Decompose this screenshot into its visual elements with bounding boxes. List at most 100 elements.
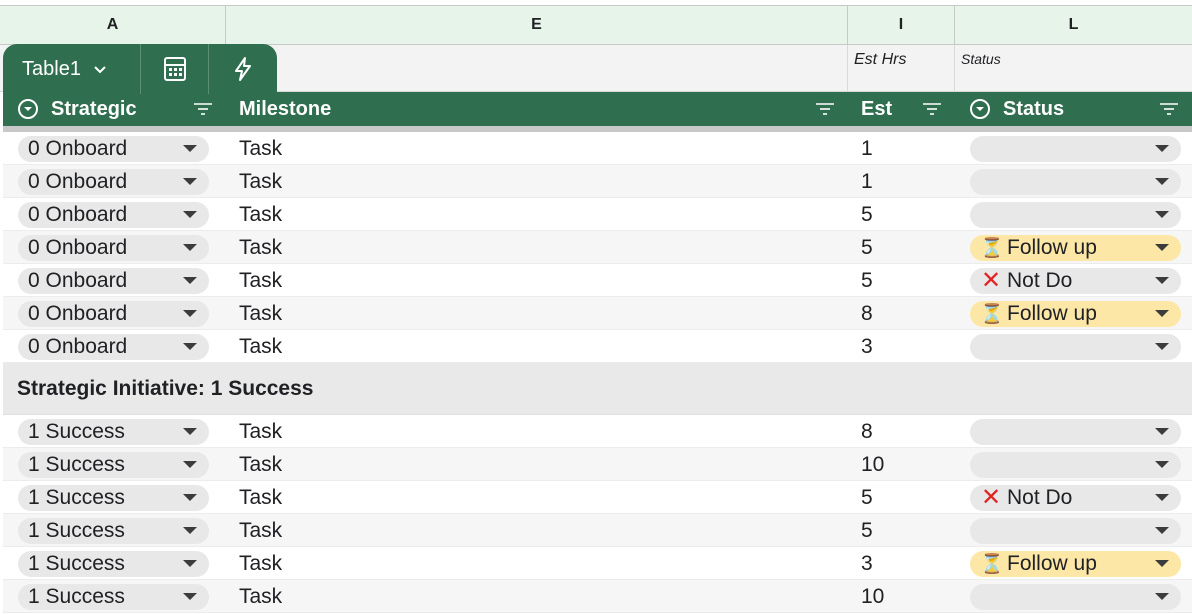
milestone-cell[interactable]: Task [226,514,848,547]
column-header-e[interactable]: E [226,6,848,44]
table-row[interactable]: 1 Success Task 5 ✕ Not Do [3,481,1192,514]
strategic-dropdown[interactable]: 1 Success [18,418,209,445]
est-cell[interactable]: 1 [848,132,955,165]
strategic-dropdown[interactable]: 0 Onboard [18,168,209,195]
status-dropdown[interactable] [970,201,1181,228]
est-cell[interactable]: 8 [848,297,955,330]
strategic-dropdown[interactable]: 0 Onboard [18,135,209,162]
table-row[interactable]: 1 Success Task 10 [3,448,1192,481]
strategic-dropdown[interactable]: 1 Success [18,451,209,478]
caret-down-icon [183,243,197,251]
strategic-value: 0 Onboard [28,235,128,259]
filter-icon[interactable] [1158,101,1180,117]
strategic-dropdown[interactable]: 0 Onboard [18,234,209,261]
strategic-dropdown[interactable]: 1 Success [18,484,209,511]
table-row[interactable]: 1 Success Task 10 [3,580,1192,613]
est-cell[interactable]: 3 [848,330,955,363]
strategic-dropdown[interactable]: 0 Onboard [18,333,209,360]
table-tab: Table1 [3,44,277,94]
column-milestone-header[interactable]: Milestone [226,92,848,126]
milestone-cell[interactable]: Task [226,165,848,198]
est-cell[interactable]: 5 [848,231,955,264]
table-calculator-button[interactable] [141,44,209,94]
status-value: Follow up [1007,551,1097,575]
status-dropdown[interactable]: ✕ Not Do [970,267,1181,294]
est-cell[interactable]: 1 [848,165,955,198]
cell-e1[interactable] [226,45,848,92]
filter-icon[interactable] [192,101,214,117]
status-dropdown[interactable] [970,583,1181,610]
strategic-dropdown[interactable]: 0 Onboard [18,201,209,228]
caret-down-icon [183,427,197,435]
milestone-cell[interactable]: Task [226,580,848,613]
status-dropdown[interactable]: ⏳ Follow up [970,234,1181,261]
status-dropdown[interactable] [970,517,1181,544]
caret-down-icon [183,493,197,501]
table-row[interactable]: 0 Onboard Task 1 [3,132,1192,165]
est-cell[interactable]: 5 [848,198,955,231]
strategic-dropdown[interactable]: 1 Success [18,517,209,544]
status-value: Follow up [1007,301,1097,325]
column-header-a[interactable]: A [0,6,226,44]
strategic-value: 1 Success [28,518,125,542]
status-dropdown[interactable] [970,168,1181,195]
table-row[interactable]: 0 Onboard Task 5 ⏳ Follow up [3,231,1192,264]
status-dropdown[interactable] [970,418,1181,445]
status-dropdown[interactable]: ✕ Not Do [970,484,1181,511]
milestone-cell[interactable]: Task [226,415,848,448]
milestone-header-label: Milestone [239,97,332,120]
est-cell[interactable]: 5 [848,264,955,297]
table-row[interactable]: 0 Onboard Task 5 [3,198,1192,231]
status-dropdown[interactable] [970,451,1181,478]
table-automation-button[interactable] [209,44,277,94]
status-dropdown[interactable]: ⏳ Follow up [970,550,1181,577]
milestone-cell[interactable]: Task [226,547,848,580]
milestone-cell[interactable]: Task [226,198,848,231]
table-row[interactable]: 0 Onboard Task 1 [3,165,1192,198]
dropdown-column-icon [18,99,38,119]
est-cell[interactable]: 5 [848,514,955,547]
column-strategic-header[interactable]: Strategic [3,92,226,126]
column-status-header[interactable]: Status [955,92,1192,126]
group-header[interactable]: Strategic Initiative: 1 Success [3,363,1192,415]
cell-l1[interactable]: Status [955,45,1192,92]
table-row[interactable]: 1 Success Task 5 [3,514,1192,547]
column-header-l[interactable]: L [955,6,1192,44]
table-row[interactable]: 1 Success Task 3 ⏳ Follow up [3,547,1192,580]
strategic-value: 0 Onboard [28,169,128,193]
caret-down-icon [1155,342,1169,350]
est-cell[interactable]: 5 [848,481,955,514]
est-cell[interactable]: 10 [848,580,955,613]
strategic-dropdown[interactable]: 1 Success [18,550,209,577]
table-row[interactable]: 0 Onboard Task 8 ⏳ Follow up [3,297,1192,330]
est-cell[interactable]: 3 [848,547,955,580]
strategic-value: 0 Onboard [28,301,128,325]
milestone-cell[interactable]: Task [226,330,848,363]
milestone-cell[interactable]: Task [226,448,848,481]
est-cell[interactable]: 10 [848,448,955,481]
table-row[interactable]: 0 Onboard Task 3 [3,330,1192,363]
hourglass-icon: ⏳ [980,553,1004,575]
status-dropdown[interactable]: ⏳ Follow up [970,300,1181,327]
table-row[interactable]: 1 Success Task 8 [3,415,1192,448]
filter-icon[interactable] [814,101,836,117]
strategic-dropdown[interactable]: 0 Onboard [18,267,209,294]
est-header-label: Est [861,97,893,120]
strategic-dropdown[interactable]: 0 Onboard [18,300,209,327]
strategic-dropdown[interactable]: 1 Success [18,583,209,610]
table-row[interactable]: 0 Onboard Task 5 ✕ Not Do [3,264,1192,297]
milestone-cell[interactable]: Task [226,132,848,165]
est-cell[interactable]: 8 [848,415,955,448]
milestone-cell[interactable]: Task [226,297,848,330]
caret-down-icon [183,210,197,218]
column-est-header[interactable]: Est [848,92,955,126]
milestone-cell[interactable]: Task [226,481,848,514]
filter-icon[interactable] [921,101,943,117]
status-dropdown[interactable] [970,333,1181,360]
cell-i1[interactable]: Est Hrs [848,45,955,92]
column-header-i[interactable]: I [848,6,955,44]
milestone-cell[interactable]: Task [226,231,848,264]
status-dropdown[interactable] [970,135,1181,162]
milestone-cell[interactable]: Task [226,264,848,297]
table-name-dropdown[interactable]: Table1 [3,44,141,94]
